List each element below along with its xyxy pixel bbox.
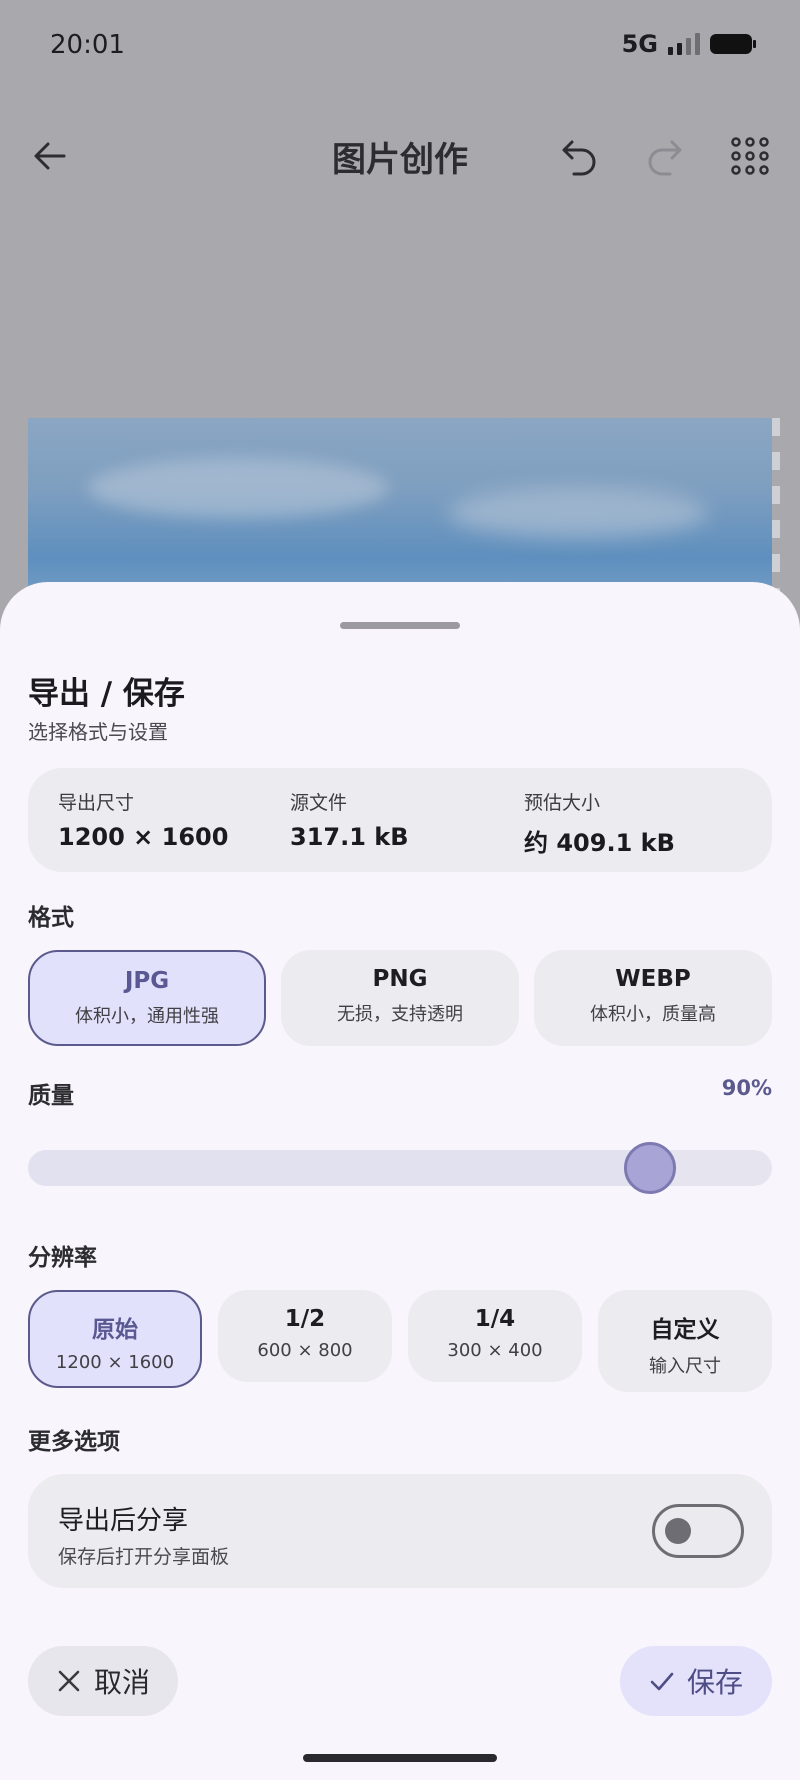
resolution-desc: 输入尺寸	[649, 1356, 721, 1377]
format-section-label: 格式	[28, 905, 74, 931]
format-name: JPG	[124, 968, 170, 994]
save-label: 保存	[686, 1666, 743, 1699]
more-apps-button[interactable]	[722, 128, 778, 184]
quality-section-label: 质量	[28, 1083, 74, 1109]
share-toggle-switch[interactable]	[652, 1504, 744, 1558]
quality-slider-thumb[interactable]	[623, 1142, 676, 1194]
quality-slider-fill	[28, 1150, 650, 1186]
status-time: 20:01	[50, 30, 125, 60]
check-icon	[650, 1672, 674, 1691]
info-value: 1200 × 1600	[58, 823, 229, 851]
share-after-export-row[interactable]: 导出后分享 保存后打开分享面板	[28, 1474, 772, 1588]
undo-icon	[562, 140, 596, 176]
resolution-name: 1/4	[474, 1306, 516, 1332]
quality-value: 90%	[721, 1076, 772, 1100]
app-bar: 图片创作	[0, 110, 800, 190]
format-option-png[interactable]: PNG 无损，支持透明	[281, 950, 519, 1046]
info-label: 源文件	[290, 792, 348, 814]
sheet-title: 导出 / 保存	[28, 676, 185, 712]
resolution-name: 原始	[92, 1317, 138, 1343]
resolution-name: 1/2	[284, 1306, 326, 1332]
undo-button[interactable]	[552, 128, 608, 184]
more-options-section-label: 更多选项	[28, 1429, 120, 1455]
cancel-button[interactable]: 取消	[28, 1646, 178, 1716]
format-option-webp[interactable]: WEBP 体积小，质量高	[534, 950, 772, 1046]
info-value: 317.1 kB	[290, 823, 409, 851]
cancel-label: 取消	[93, 1666, 150, 1699]
status-bar: 20:01 5G	[0, 0, 800, 90]
resolution-section-label: 分辨率	[28, 1245, 97, 1271]
sheet-subtitle: 选择格式与设置	[28, 720, 168, 744]
signal-icon	[668, 33, 700, 55]
home-indicator[interactable]	[303, 1754, 497, 1762]
battery-icon	[710, 34, 756, 54]
info-label: 预估大小	[524, 792, 601, 814]
share-title: 导出后分享	[58, 1506, 189, 1536]
format-name: WEBP	[615, 966, 691, 992]
export-info-card: 导出尺寸 1200 × 1600 源文件 317.1 kB 预估大小 约 409…	[28, 768, 772, 872]
save-button[interactable]: 保存	[620, 1646, 772, 1716]
info-label: 导出尺寸	[58, 792, 135, 814]
share-description: 保存后打开分享面板	[58, 1546, 230, 1568]
info-source-file: 源文件 317.1 kB	[290, 788, 409, 851]
sheet-drag-handle[interactable]	[340, 622, 460, 629]
resolution-name: 自定义	[650, 1317, 720, 1343]
resolution-option-half[interactable]: 1/2 600 × 800	[218, 1290, 392, 1382]
info-estimated-size: 预估大小 约 409.1 kB	[524, 788, 675, 858]
info-export-size: 导出尺寸 1200 × 1600	[58, 788, 228, 851]
resolution-option-original[interactable]: 原始 1200 × 1600	[28, 1290, 202, 1388]
format-desc: 无损，支持透明	[337, 1004, 463, 1025]
grid-icon	[731, 137, 769, 175]
share-toggle-knob	[665, 1518, 691, 1544]
close-icon	[58, 1670, 80, 1692]
info-value: 约 409.1 kB	[524, 829, 675, 857]
resolution-desc: 1200 × 1600	[55, 1352, 175, 1373]
status-icons: 5G	[621, 30, 756, 58]
resolution-desc: 600 × 800	[257, 1340, 353, 1361]
format-name: PNG	[372, 966, 428, 992]
export-sheet: 导出 / 保存 选择格式与设置 导出尺寸 1200 × 1600 源文件 317…	[0, 582, 800, 1780]
format-desc: 体积小，通用性强	[75, 1006, 219, 1027]
resolution-option-custom[interactable]: 自定义 输入尺寸	[598, 1290, 772, 1392]
redo-button[interactable]	[636, 128, 692, 184]
format-option-jpg[interactable]: JPG 体积小，通用性强	[28, 950, 266, 1046]
resolution-desc: 300 × 400	[447, 1340, 543, 1361]
format-desc: 体积小，质量高	[590, 1004, 716, 1025]
network-type: 5G	[621, 30, 658, 58]
redo-icon	[648, 140, 682, 176]
resolution-option-quarter[interactable]: 1/4 300 × 400	[408, 1290, 582, 1382]
